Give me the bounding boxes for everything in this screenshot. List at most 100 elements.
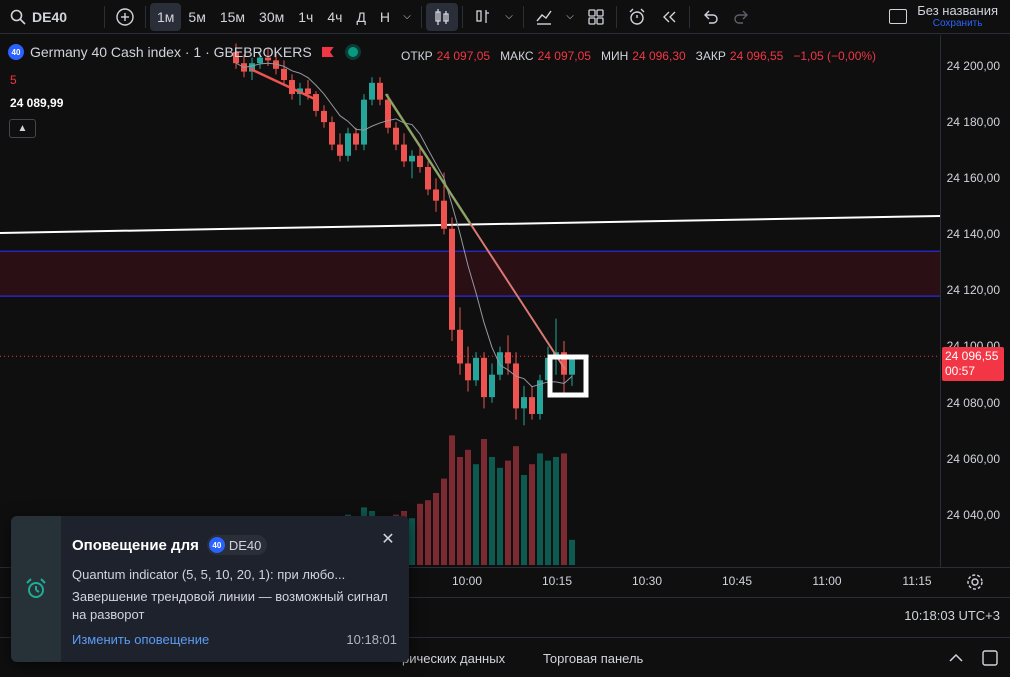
- ohlc-values: ОТКР 24 097,05 МАКС 24 097,05 МИН 24 096,30…: [401, 49, 882, 63]
- volume-bar: [449, 435, 455, 565]
- collapse-legend-button[interactable]: ▲: [9, 119, 36, 138]
- volume-bar: [497, 467, 503, 565]
- compare-button[interactable]: [109, 0, 141, 34]
- toast-symbol-pill[interactable]: 40 DE40: [206, 535, 268, 555]
- toast-symbol: DE40: [228, 537, 262, 553]
- volume-bar: [465, 449, 471, 565]
- toast-time: 10:18:01: [346, 632, 397, 647]
- volume-bar: [433, 493, 439, 565]
- candle-body: [417, 155, 423, 168]
- candle-body: [457, 329, 463, 364]
- chart-pane[interactable]: [0, 35, 940, 567]
- time-tick: 11:15: [902, 574, 932, 588]
- toast-title: Оповещение для: [72, 536, 199, 554]
- volume-bar: [473, 464, 479, 565]
- chevron-down-icon[interactable]: ⌵: [560, 0, 580, 34]
- alert-button[interactable]: [621, 0, 653, 34]
- volume-bar: [569, 539, 575, 565]
- candles-button[interactable]: [426, 2, 459, 31]
- candle-body: [361, 99, 367, 145]
- candles-icon: [435, 8, 449, 25]
- candle-body: [473, 357, 479, 381]
- chart-legend: 40 Germany 40 Cash index · 1 · GBEBROKER…: [8, 44, 358, 60]
- redo-button[interactable]: [726, 0, 758, 34]
- toast-condition: Quantum indicator (5, 5, 10, 20, 1): при…: [72, 567, 346, 582]
- candle-body: [529, 397, 535, 414]
- market-status-icon[interactable]: [347, 47, 358, 57]
- volume-bar: [537, 453, 543, 565]
- undo-button[interactable]: [694, 0, 726, 34]
- timeframe-d[interactable]: Д: [349, 0, 372, 34]
- candle-body: [329, 122, 335, 145]
- top-toolbar: DE40 1м 5м 15м 30м 1ч 4ч Д Н ⌵ ⌵ ⌵ Без н…: [0, 0, 1010, 34]
- plus-circle-icon: [116, 7, 134, 26]
- save-link[interactable]: Сохранить: [933, 18, 983, 29]
- indicators-icon: [536, 10, 552, 25]
- clock-timezone[interactable]: 10:18:03 UTC+3: [904, 608, 1000, 623]
- ohlc-value: 24 096,55: [729, 49, 784, 63]
- time-tick: 10:00: [451, 574, 483, 588]
- timeframe-1h[interactable]: 1ч: [291, 0, 320, 34]
- price-chart[interactable]: [0, 35, 940, 567]
- ohlc-value: 24 097,05: [537, 49, 591, 63]
- divider: [145, 5, 146, 28]
- tab-trading-panel[interactable]: Торговая панель: [543, 651, 643, 666]
- candle-body: [409, 155, 415, 162]
- tab-history[interactable]: рических данных: [402, 651, 505, 666]
- symbol-badge: 40: [8, 44, 24, 60]
- chevron-up-icon: ▲: [17, 123, 28, 134]
- candle-body: [393, 127, 399, 145]
- maximize-panel-icon[interactable]: [980, 648, 1000, 668]
- price-tick: 24 120,00: [946, 283, 1000, 297]
- legend-title[interactable]: Germany 40 Cash index · 1 · GBEBROKERS: [30, 44, 312, 60]
- price-tick: 24 080,00: [946, 396, 1000, 410]
- undo-icon: [704, 10, 718, 24]
- flag-icon[interactable]: [321, 47, 334, 57]
- indicators-button[interactable]: [528, 0, 560, 34]
- layout-menu[interactable]: Без названия Сохранить: [889, 2, 1010, 29]
- grid-icon: [588, 8, 604, 25]
- rewind-icon: [663, 11, 676, 22]
- volume-bar: [529, 464, 535, 565]
- candle-body: [521, 397, 527, 409]
- candle-body: [569, 357, 575, 375]
- symbol-label: DE40: [32, 8, 68, 25]
- price-axis[interactable]: 24 200,00 24 180,00 24 160,00 24 140,00 …: [940, 35, 1010, 567]
- layout-title: Без названия: [917, 2, 998, 18]
- settings-gear-icon[interactable]: [966, 573, 984, 591]
- bar-type-button[interactable]: [467, 0, 499, 34]
- toast-message: Завершение трендовой линии — возможный с…: [72, 589, 388, 622]
- search-icon: [10, 9, 26, 25]
- candle-body: [441, 200, 447, 229]
- alert-notification[interactable]: Оповещение для 40 DE40 ✕ Quantum indicat…: [11, 516, 409, 662]
- timeframe-5m[interactable]: 5м: [181, 0, 212, 34]
- alarm-clock-icon: [26, 578, 46, 598]
- chevron-down-icon[interactable]: ⌵: [397, 0, 417, 34]
- candle-body: [489, 374, 495, 398]
- candle-body: [281, 68, 287, 81]
- time-tick: 10:45: [721, 574, 753, 588]
- volume-bar: [489, 457, 495, 565]
- symbol-search[interactable]: DE40: [0, 0, 100, 34]
- candle-body: [497, 352, 503, 375]
- timeframe-4h[interactable]: 4ч: [320, 0, 349, 34]
- close-icon[interactable]: ✕: [379, 530, 397, 548]
- chevron-down-icon[interactable]: ⌵: [499, 0, 519, 34]
- templates-button[interactable]: [580, 0, 612, 34]
- candle-body: [465, 363, 471, 381]
- timeframe-15m[interactable]: 15м: [213, 0, 252, 34]
- candle-body: [305, 88, 311, 95]
- toast-header: Оповещение для 40 DE40: [72, 535, 268, 555]
- replay-button[interactable]: [653, 0, 685, 34]
- candle-body: [481, 357, 487, 398]
- price-tick: 24 160,00: [946, 171, 1000, 185]
- candle-body: [401, 144, 407, 162]
- symbol-badge: 40: [208, 537, 225, 553]
- timeframe-1m[interactable]: 1м: [150, 2, 182, 31]
- timeframe-w[interactable]: Н: [373, 0, 397, 34]
- timeframe-30m[interactable]: 30м: [252, 0, 291, 34]
- chevron-up-icon[interactable]: [946, 648, 966, 668]
- edit-alert-link[interactable]: Изменить оповещение: [72, 632, 209, 647]
- layout-text: Без названия Сохранить: [917, 2, 998, 29]
- divider: [616, 5, 618, 28]
